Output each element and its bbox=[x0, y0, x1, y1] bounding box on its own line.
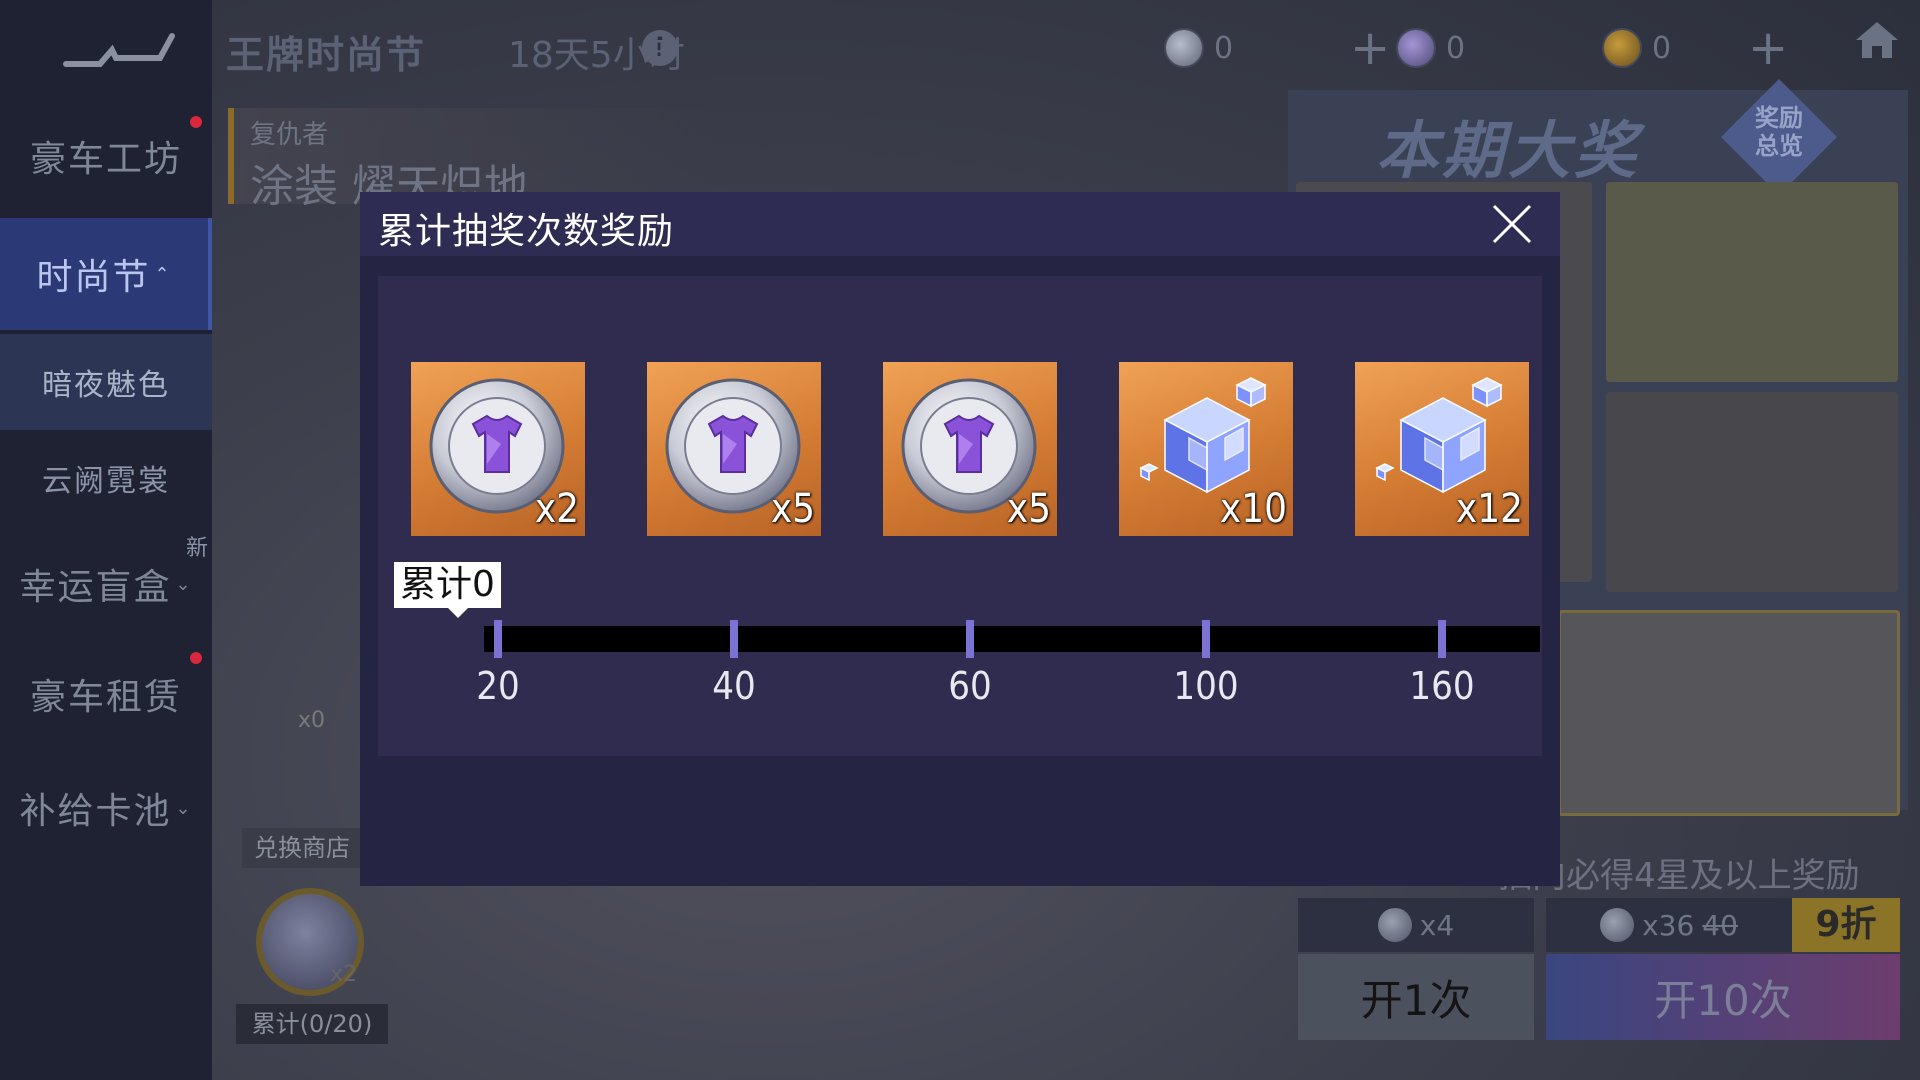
progress-tick bbox=[494, 620, 502, 658]
exchange-shop-button[interactable]: 兑换商店 bbox=[242, 828, 362, 868]
sidebar-item-lucky-box[interactable]: 幸运盲盒 ⌄ 新 bbox=[0, 528, 212, 640]
game-logo-icon bbox=[63, 33, 175, 67]
currency-value: 0 bbox=[1446, 30, 1466, 66]
progress-tick bbox=[1202, 620, 1210, 658]
notification-dot bbox=[190, 652, 202, 664]
sidebar-subitem-cloud-dress[interactable]: 云阙霓裳 bbox=[0, 430, 212, 526]
event-timer: 18天5小时 bbox=[508, 35, 685, 76]
new-badge: 新 bbox=[185, 536, 210, 561]
sidebar-item-fashion-festival[interactable]: 时尚节 ⌃ bbox=[0, 218, 212, 330]
star-coin-icon bbox=[1602, 28, 1642, 68]
single-draw-cost: x4 bbox=[1298, 898, 1534, 952]
threshold-label: 60 bbox=[948, 664, 992, 708]
modal-title: 累计抽奖次数奖励 bbox=[378, 211, 675, 252]
reward-qty: x2 bbox=[534, 486, 579, 532]
reward-item[interactable]: x5 bbox=[647, 362, 821, 536]
progress-tick bbox=[966, 620, 974, 658]
prize-card-car[interactable] bbox=[1558, 610, 1900, 816]
ten-draw-cost: x36 40 bbox=[1546, 898, 1792, 952]
button-label: 开10次 bbox=[1654, 975, 1792, 1025]
page-title: 王牌时尚节 bbox=[226, 33, 427, 77]
currency-purple: 0 bbox=[1396, 28, 1465, 68]
top-bar: 王牌时尚节 i 18天5小时 0 + 0 0 + bbox=[212, 0, 1920, 100]
threshold-label: 100 bbox=[1173, 664, 1239, 708]
sidebar-item-label: 云阙霓裳 bbox=[42, 464, 170, 499]
reward-item[interactable]: x12 bbox=[1355, 362, 1529, 536]
silver-coin-icon bbox=[1377, 908, 1412, 942]
cost-value: x4 bbox=[1419, 908, 1455, 942]
sidebar-item-garage[interactable]: 豪车工坊 bbox=[0, 100, 212, 212]
accum-reward-modal: 累计抽奖次数奖励 bbox=[360, 192, 1560, 886]
reward-qty: x5 bbox=[1006, 486, 1051, 532]
sidebar-item-label: 时尚节 bbox=[36, 257, 151, 298]
reward-qty: x12 bbox=[1455, 486, 1523, 532]
reward-item[interactable]: x2 bbox=[411, 362, 585, 536]
sidebar-item-supply-pool[interactable]: 补给卡池 ⌄ bbox=[0, 752, 212, 864]
currency-value: 0 bbox=[1214, 30, 1234, 66]
silver-coin-icon bbox=[1600, 908, 1635, 942]
progress-tick bbox=[730, 620, 738, 658]
draw-once-button[interactable]: 开1次 bbox=[1298, 954, 1534, 1040]
coin-qty: x2 bbox=[330, 962, 358, 987]
prize-card-wheel-black[interactable] bbox=[1606, 392, 1898, 592]
silver-coin-icon bbox=[1164, 28, 1204, 68]
reward-qty: x5 bbox=[770, 486, 815, 532]
accum-progress-label[interactable]: 累计(0/20) bbox=[236, 1004, 388, 1044]
reward-qty: x10 bbox=[1219, 486, 1287, 532]
chevron-up-icon: ⌃ bbox=[154, 263, 172, 285]
currency-star: 0 bbox=[1602, 28, 1671, 68]
progress-track bbox=[484, 626, 1540, 652]
reward-item[interactable]: x10 bbox=[1119, 362, 1293, 536]
close-icon[interactable] bbox=[1490, 202, 1534, 246]
discount-badge: 9折 bbox=[1792, 898, 1900, 952]
banner-subtitle: 复仇者 bbox=[250, 120, 329, 150]
sidebar-item-label: 补给卡池 bbox=[19, 791, 172, 832]
sidebar-subitem-night-charm[interactable]: 暗夜魅色 bbox=[0, 334, 212, 430]
accum-count-tag: 累计0 bbox=[394, 562, 501, 618]
sidebar-item-label: 豪车租赁 bbox=[29, 677, 182, 718]
chevron-down-icon: ⌄ bbox=[175, 797, 193, 819]
chevron-down-icon: ⌄ bbox=[175, 573, 193, 595]
currency-value: 0 bbox=[1652, 30, 1672, 66]
modal-header: 累计抽奖次数奖励 bbox=[360, 192, 1560, 256]
threshold-label: 20 bbox=[476, 664, 520, 708]
notification-dot bbox=[190, 116, 202, 128]
skin-banner: 复仇者 涂装 燿天炽地 bbox=[228, 108, 714, 212]
threshold-label: 160 bbox=[1409, 664, 1475, 708]
add-currency-icon[interactable]: + bbox=[1748, 20, 1788, 76]
old-cost-value: 40 bbox=[1702, 908, 1738, 942]
draw-ten-button[interactable]: 开10次 bbox=[1546, 954, 1900, 1040]
grand-prize-title: 本期大奖 bbox=[1376, 114, 1641, 187]
sidebar-item-label: 豪车工坊 bbox=[29, 139, 182, 180]
add-currency-icon[interactable]: + bbox=[1350, 20, 1390, 76]
sidebar: 豪车工坊 时尚节 ⌃ 暗夜魅色 云阙霓裳 幸运盲盒 ⌄ 新 豪车租赁 补给卡池 … bbox=[0, 0, 212, 1080]
currency-silver: 0 bbox=[1164, 28, 1233, 68]
cost-value: x36 bbox=[1642, 908, 1695, 942]
home-icon[interactable] bbox=[1854, 20, 1900, 60]
progress-tick bbox=[1438, 620, 1446, 658]
sidebar-item-car-rental[interactable]: 豪车租赁 bbox=[0, 638, 212, 750]
box-count: x0 bbox=[298, 708, 326, 733]
sidebar-item-label: 暗夜魅色 bbox=[42, 368, 170, 403]
threshold-label: 40 bbox=[712, 664, 756, 708]
reward-item[interactable]: x5 bbox=[883, 362, 1057, 536]
button-label: 开1次 bbox=[1360, 975, 1472, 1025]
prize-card-wheel-gold[interactable] bbox=[1606, 182, 1898, 382]
purple-coin-icon bbox=[1396, 28, 1436, 68]
reward-overview-label: 奖励 总览 bbox=[1755, 104, 1803, 160]
sidebar-item-label: 幸运盲盒 bbox=[19, 567, 172, 608]
